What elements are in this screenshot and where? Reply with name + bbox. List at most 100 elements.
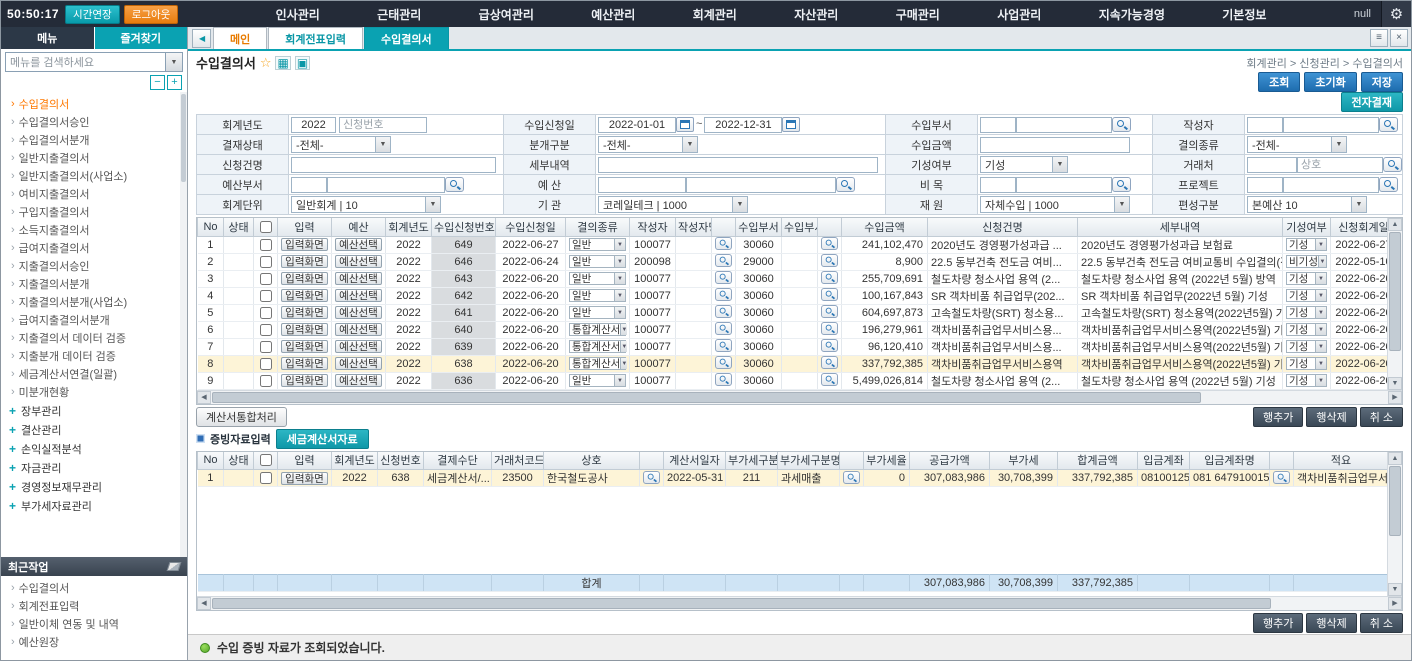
expand-icon[interactable]: + — [9, 442, 16, 456]
giseong-select[interactable]: 기성▼ — [1286, 340, 1327, 353]
project-name-input[interactable] — [1283, 177, 1379, 193]
column-header[interactable] — [840, 452, 864, 470]
top-menu-item[interactable]: 급상여관리 — [479, 6, 534, 23]
column-header[interactable]: 기성여부 — [1283, 218, 1331, 236]
sidebar-item[interactable]: ›일반지출결의서(사업소) — [7, 167, 187, 185]
column-header[interactable]: 입금계좌명 — [1190, 452, 1270, 470]
search-icon[interactable] — [1379, 177, 1398, 192]
column-header[interactable]: 입력 — [278, 452, 332, 470]
kind-select[interactable]: 일반▼ — [569, 272, 626, 285]
tab-close-button[interactable]: × — [1390, 29, 1408, 47]
column-header[interactable]: 수입신청번호 — [432, 218, 496, 236]
approval-status-select[interactable]: -전체-▼ — [291, 136, 391, 153]
recent-work-item[interactable]: ›예산원장 — [7, 633, 187, 651]
settings-button[interactable]: ⚙ — [1381, 1, 1411, 27]
writer-code-input[interactable] — [1247, 117, 1283, 133]
screen-capture-icon[interactable]: ▦ — [275, 56, 290, 70]
sidebar-item[interactable]: ›여비지출결의서 — [7, 185, 187, 203]
top-menu-item[interactable]: 사업관리 — [997, 6, 1041, 23]
kind-select[interactable]: 일반▼ — [569, 238, 626, 251]
column-header[interactable]: 입금계좌 — [1138, 452, 1190, 470]
column-header[interactable]: 수입부서 — [736, 218, 782, 236]
vendor-code-input[interactable] — [1247, 157, 1297, 173]
budget-select-button[interactable]: 예산선택 — [335, 374, 382, 387]
top-menu-item[interactable]: 자산관리 — [794, 6, 838, 23]
search-icon[interactable] — [1112, 117, 1131, 132]
column-header[interactable]: 회계년도 — [386, 218, 432, 236]
search-icon[interactable] — [821, 305, 838, 318]
column-header[interactable]: 결의종류 — [566, 218, 630, 236]
detail-input[interactable] — [598, 157, 878, 173]
sidebar-item[interactable]: ›구입지출결의서 — [7, 203, 187, 221]
sidebar-item[interactable]: ›수입결의서 — [7, 95, 187, 113]
budget-select-button[interactable]: 예산선택 — [335, 255, 382, 268]
open-input-screen-button[interactable]: 입력화면 — [281, 289, 328, 302]
calendar-icon[interactable] — [782, 117, 800, 132]
column-header[interactable] — [254, 218, 278, 236]
open-input-screen-button[interactable]: 입력화면 — [281, 323, 328, 336]
search-icon[interactable] — [715, 271, 732, 284]
expand-icon[interactable]: + — [9, 404, 16, 418]
reset-button[interactable]: 초기화 — [1304, 72, 1356, 92]
add-row-button[interactable]: 행추가 — [1253, 407, 1303, 427]
expand-all-button[interactable]: + — [167, 75, 182, 90]
search-icon[interactable] — [1273, 471, 1290, 484]
clear-recent-icon[interactable] — [167, 562, 182, 571]
search-icon[interactable] — [1379, 117, 1398, 132]
vertical-scrollbar[interactable]: ▲ ▼ — [1387, 218, 1402, 390]
cancel-button[interactable]: 취 소 — [1360, 613, 1403, 633]
top-menu-item[interactable]: 구매관리 — [896, 6, 940, 23]
column-header[interactable]: 신청번호 — [378, 452, 424, 470]
budget-select-button[interactable]: 예산선택 — [335, 238, 382, 251]
column-header[interactable]: 결제수단 — [424, 452, 492, 470]
search-icon[interactable] — [715, 373, 732, 386]
table-row[interactable]: 5입력화면예산선택20226412022-06-20일반▼10007730060… — [198, 304, 1388, 321]
select-all-checkbox[interactable] — [260, 454, 272, 466]
row-checkbox[interactable] — [260, 472, 272, 484]
column-header[interactable] — [640, 452, 664, 470]
open-input-screen-button[interactable]: 입력화면 — [281, 357, 328, 370]
column-header[interactable]: 신청건명 — [928, 218, 1078, 236]
request-title-input[interactable] — [291, 157, 496, 173]
search-icon[interactable] — [715, 305, 732, 318]
collapse-all-button[interactable]: − — [150, 75, 165, 90]
row-checkbox[interactable] — [260, 375, 272, 387]
sidebar-group[interactable]: +경영정보재무관리 — [7, 477, 187, 496]
open-input-screen-button[interactable]: 입력화면 — [281, 272, 328, 285]
open-input-screen-button[interactable]: 입력화면 — [281, 238, 328, 251]
expense-item-code-input[interactable] — [980, 177, 1016, 193]
organization-select[interactable]: 코레일테크 | 1000▼ — [598, 196, 748, 213]
giseong-select[interactable]: 기성▼ — [1286, 357, 1327, 370]
logout-button[interactable]: 로그아웃 — [124, 5, 179, 24]
date-from-input[interactable] — [598, 117, 676, 133]
kind-select[interactable]: 통합계산서▼ — [569, 323, 626, 336]
column-header[interactable]: 적요 — [1294, 452, 1388, 470]
sidebar-item[interactable]: ›소득지출결의서 — [7, 221, 187, 239]
column-header[interactable]: 입력 — [278, 218, 332, 236]
resolution-type-select[interactable]: -전체-▼ — [1247, 136, 1347, 153]
sidebar-group[interactable]: +자금관리 — [7, 458, 187, 477]
column-header[interactable]: 예산 — [332, 218, 386, 236]
budget-dept-code-input[interactable] — [291, 177, 327, 193]
open-input-screen-button[interactable]: 입력화면 — [281, 340, 328, 353]
search-icon[interactable] — [843, 471, 860, 484]
column-header[interactable]: 작성자명 — [676, 218, 712, 236]
e-approval-button[interactable]: 전자결재 — [1341, 92, 1403, 112]
sidebar-group[interactable]: +결산관리 — [7, 420, 187, 439]
budget-select-button[interactable]: 예산선택 — [335, 272, 382, 285]
column-header[interactable]: No — [198, 218, 224, 236]
budget-select-button[interactable]: 예산선택 — [335, 340, 382, 353]
tab-scroll-left-button[interactable]: ◀ — [192, 29, 211, 48]
column-header[interactable]: 작성자 — [630, 218, 676, 236]
budget-dept-name-input[interactable] — [327, 177, 445, 193]
giseong-select[interactable]: 기성▼ — [1286, 306, 1327, 319]
column-header[interactable]: 부가세구분명 — [778, 452, 840, 470]
column-header[interactable] — [818, 218, 842, 236]
income-dept-name-input[interactable] — [1016, 117, 1112, 133]
row-checkbox[interactable] — [260, 256, 272, 268]
add-row-button[interactable]: 행추가 — [1253, 613, 1303, 633]
budget-name-input[interactable] — [686, 177, 836, 193]
date-to-input[interactable] — [704, 117, 782, 133]
column-header[interactable]: 회계년도 — [332, 452, 378, 470]
chevron-down-icon[interactable]: ▼ — [165, 53, 182, 71]
